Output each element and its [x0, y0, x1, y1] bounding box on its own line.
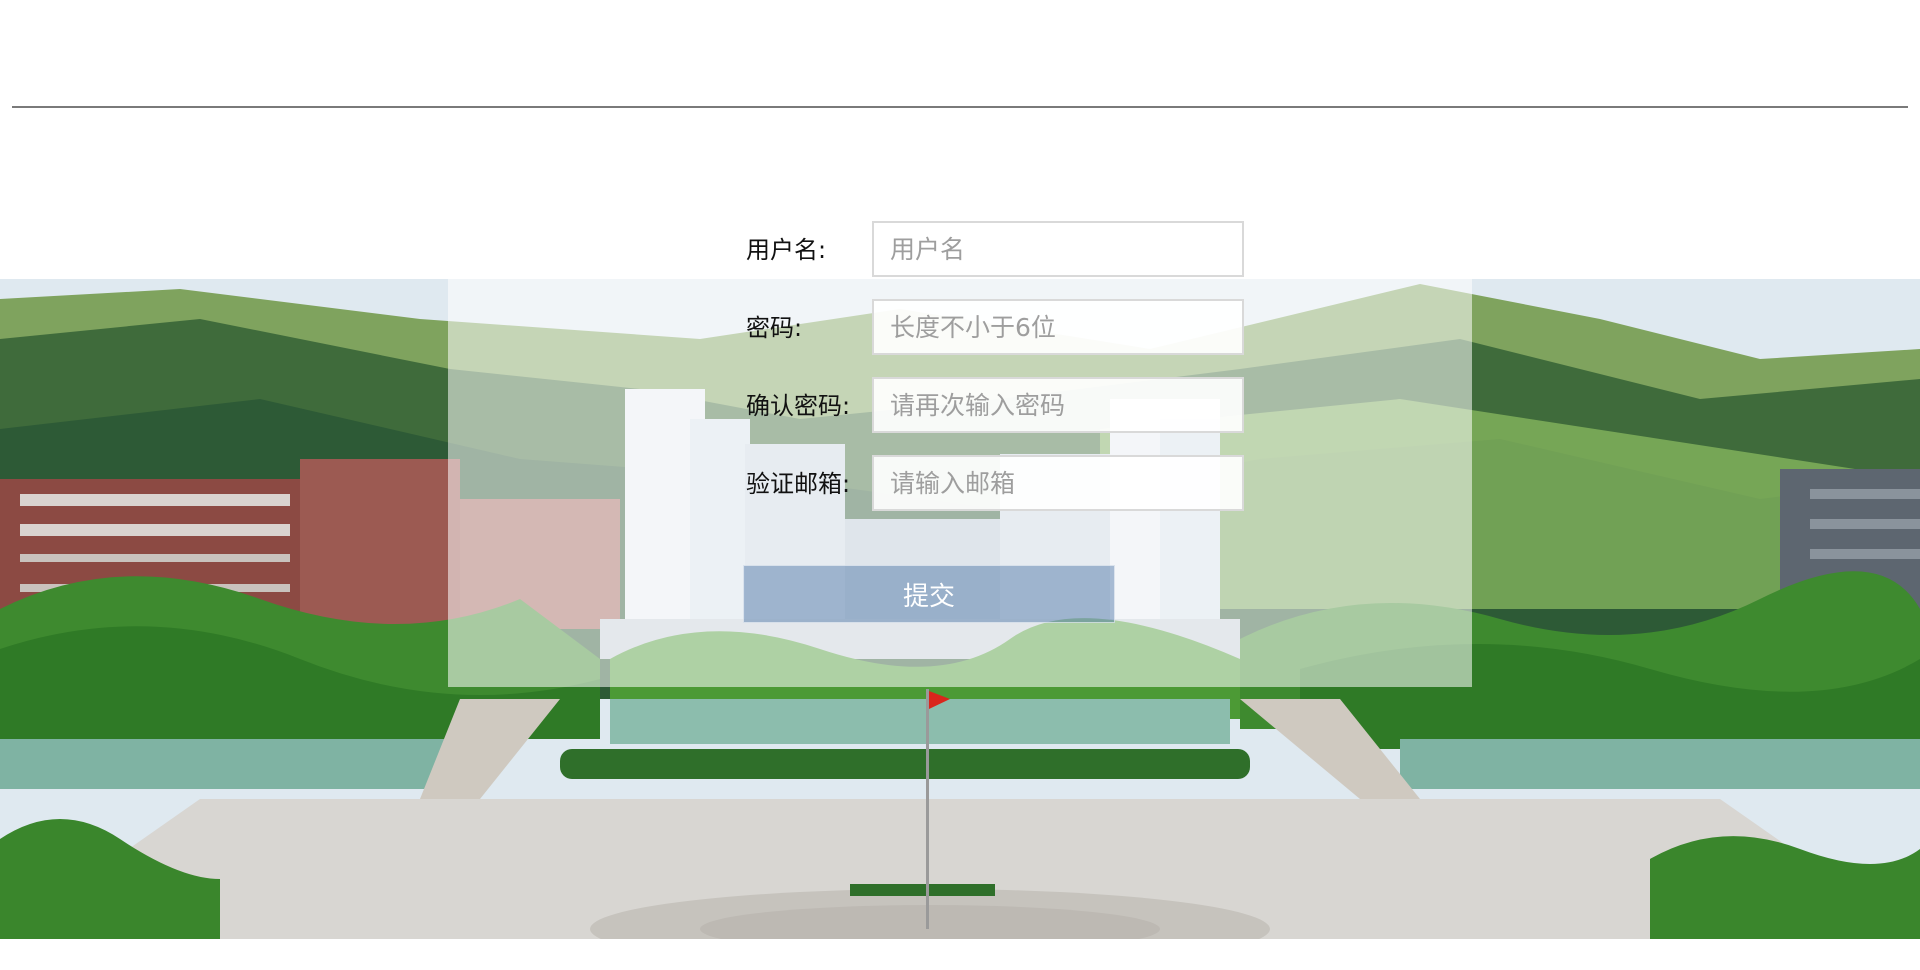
password-input[interactable]: [872, 299, 1244, 355]
header-divider: [12, 106, 1908, 108]
username-input[interactable]: [872, 221, 1244, 277]
submit-button[interactable]: 提交: [743, 565, 1115, 623]
username-label: 用户名:: [746, 236, 827, 264]
confirm-password-label: 确认密码:: [746, 392, 851, 420]
email-label: 验证邮箱:: [746, 470, 851, 498]
password-label: 密码:: [746, 314, 803, 342]
confirm-password-input[interactable]: [872, 377, 1244, 433]
email-input[interactable]: [872, 455, 1244, 511]
